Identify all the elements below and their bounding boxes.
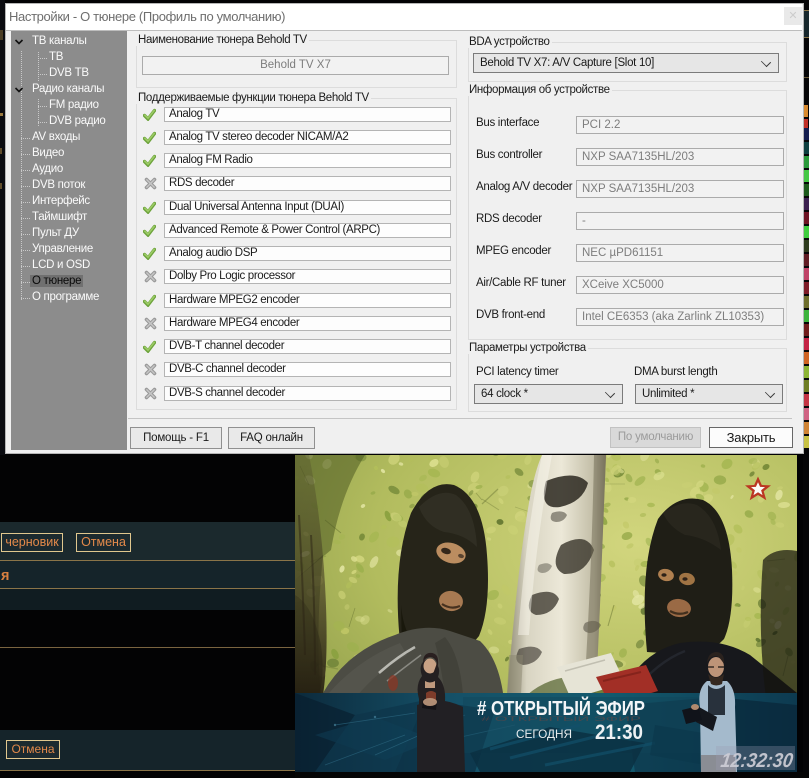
- svg-text:СЕГОДНЯ: СЕГОДНЯ: [516, 727, 572, 741]
- svg-text:21:30: 21:30: [595, 721, 643, 744]
- svg-text:12:32:30: 12:32:30: [719, 750, 794, 772]
